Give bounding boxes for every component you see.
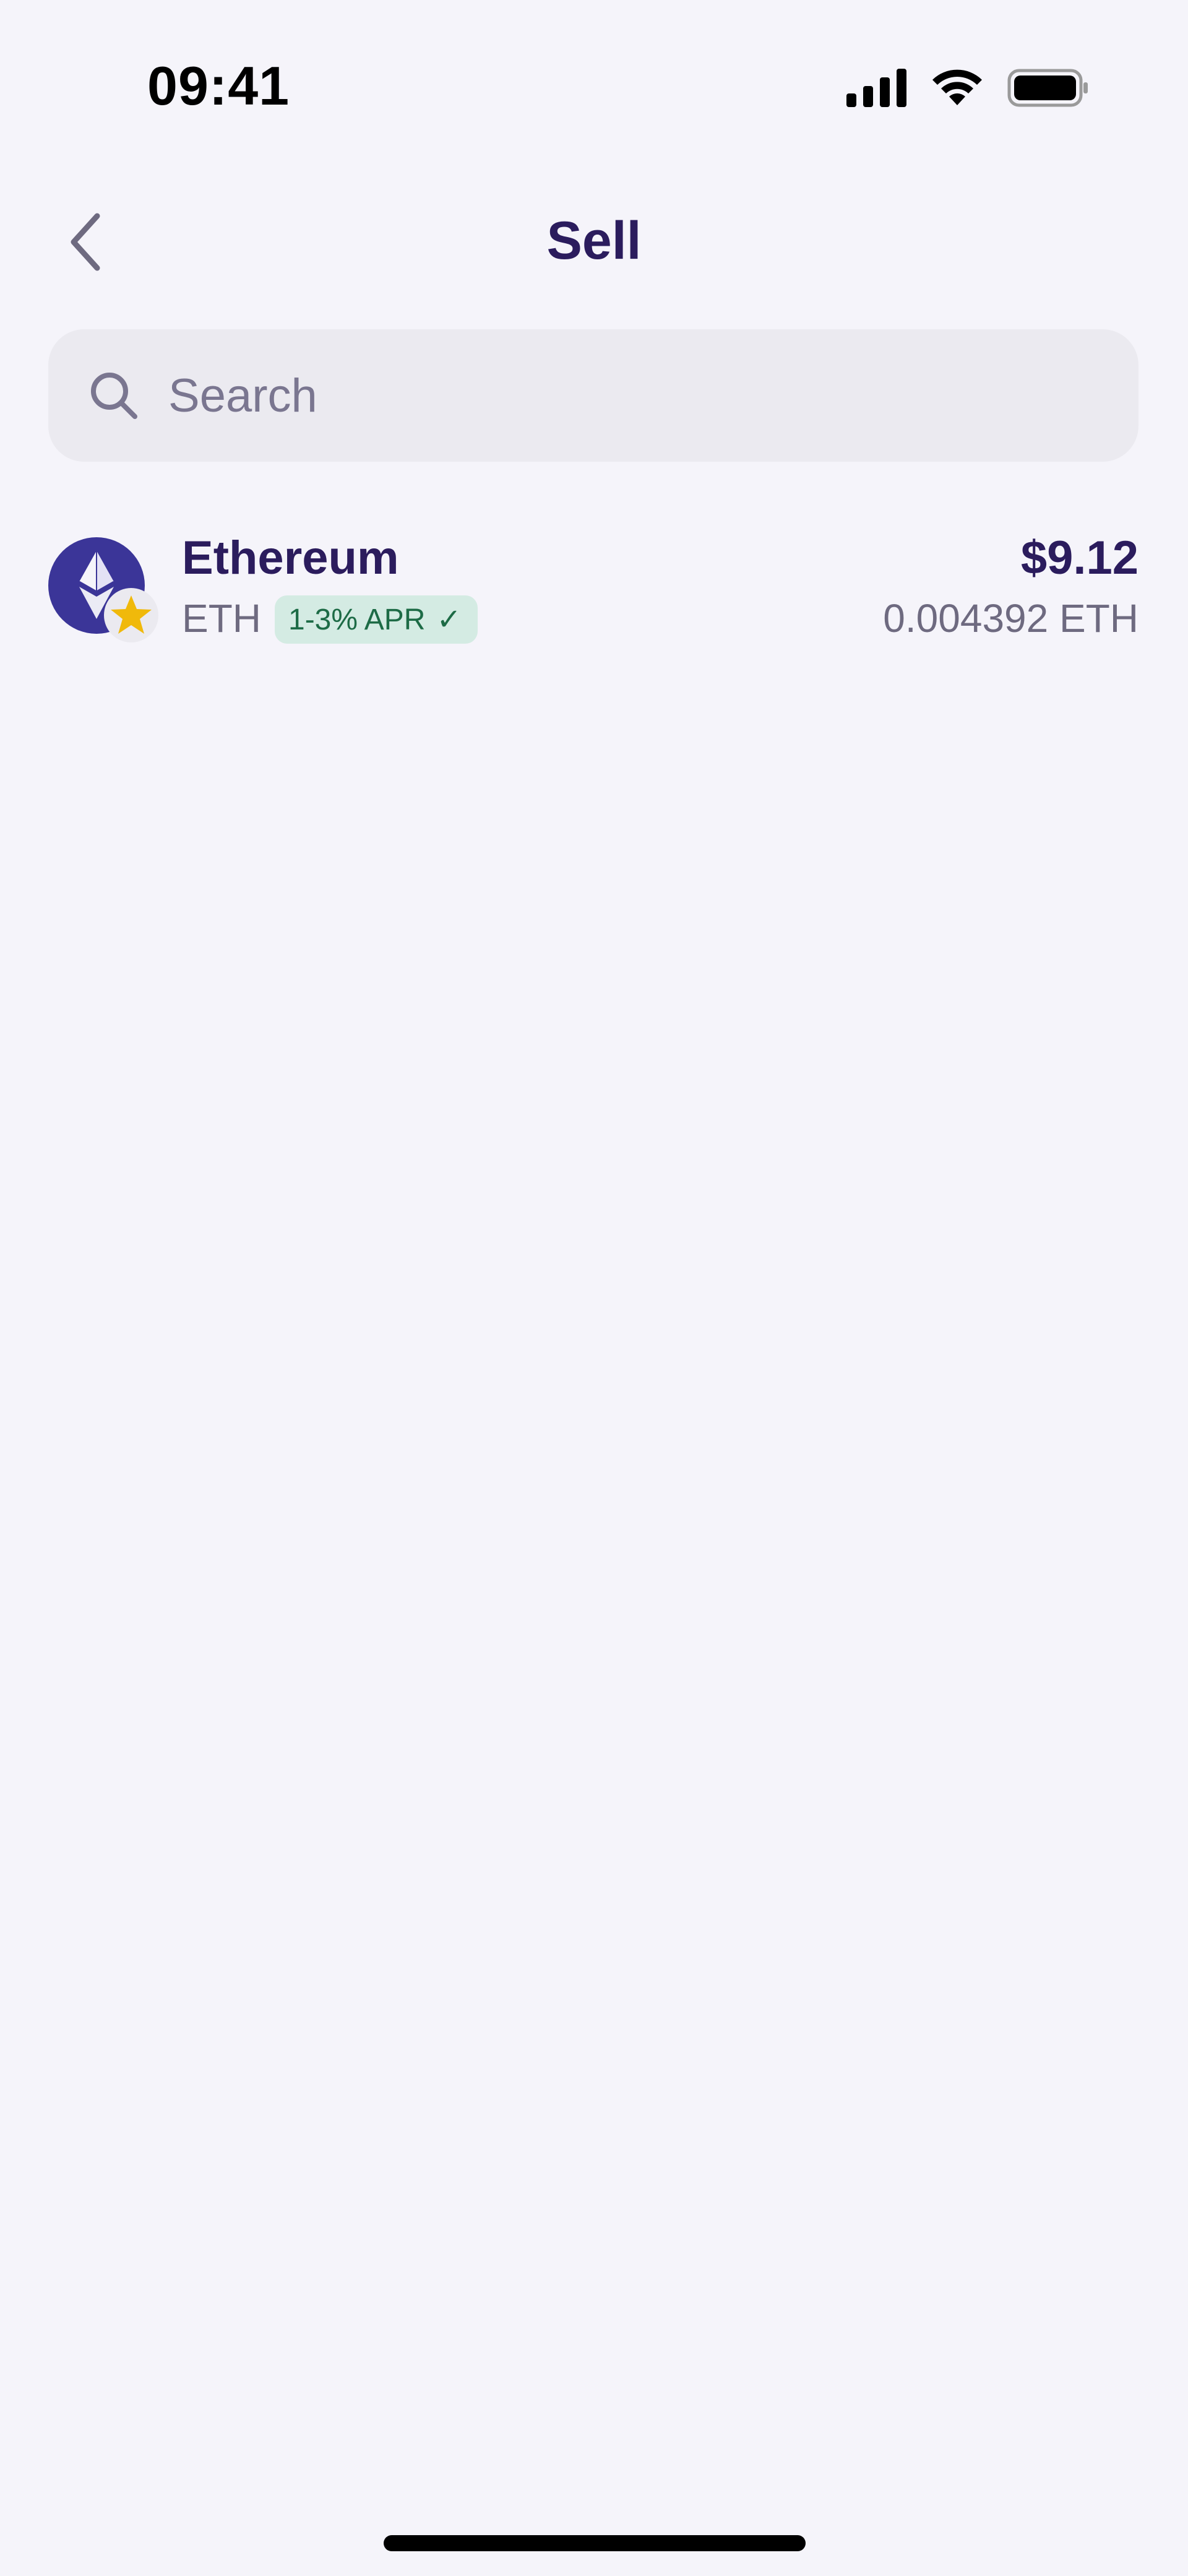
signal-icon [846,69,906,107]
search-icon [91,373,137,419]
asset-fiat-value: $9.12 [1020,532,1138,584]
status-icons [846,64,1089,111]
asset-name: Ethereum [182,532,399,584]
battery-icon [1007,69,1088,107]
sell-screen: 09:41 Sell Search Ethereum ETH 1-3% APR … [0,0,1188,2576]
asset-crypto-amount: 0.004392 ETH [883,596,1138,641]
asset-row-ethereum[interactable]: Ethereum ETH 1-3% APR ✓ $9.12 0.004392 E… [48,520,1138,656]
star-icon [104,588,158,642]
check-icon: ✓ [436,603,462,636]
apr-badge-label: 1-3% APR [288,603,426,636]
page-title: Sell [546,211,642,270]
home-indicator [384,2535,806,2551]
asset-icon [48,537,158,642]
search-bar[interactable] [48,329,1138,462]
apr-badge: 1-3% APR ✓ [275,595,478,644]
search-input[interactable] [168,368,1035,423]
status-time: 09:41 [147,55,290,116]
asset-symbol: ETH [182,596,261,641]
wifi-icon [932,69,982,105]
